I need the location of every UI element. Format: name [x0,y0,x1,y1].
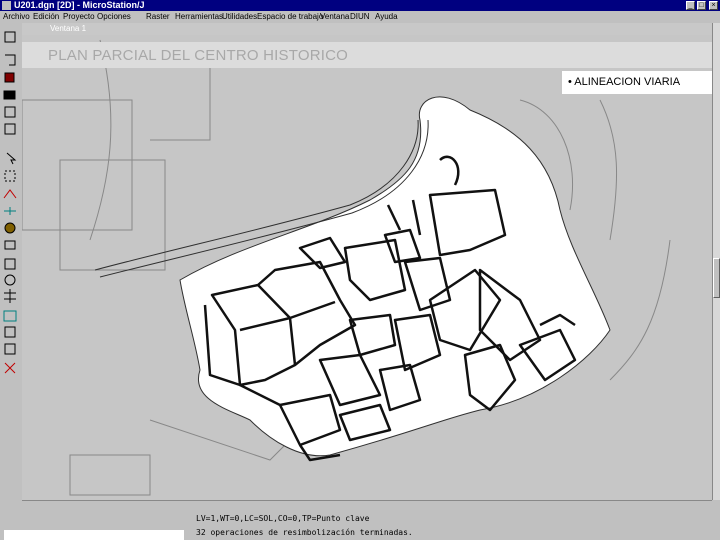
element-selection-icon [4,31,16,43]
menu-opciones[interactable]: Opciones [97,11,131,23]
legend-label: • ALINEACION VIARIA [568,76,681,88]
menu-proyecto[interactable]: Proyecto [63,11,95,23]
select-fence-icon [4,170,16,182]
zoom-icon [4,274,16,286]
road-curve [609,239,671,381]
cell-place-icon [4,222,16,234]
group-icon [4,326,16,338]
app-icon[interactable] [2,1,11,10]
parcel-outline [22,99,133,231]
banner-title: PLAN PARCIAL DEL CENTRO HISTORICO [48,47,348,64]
menu-espacio-de-trabajo[interactable]: Espacio de trabajo [257,11,323,23]
horizontal-scrollbar[interactable] [22,500,712,510]
menu-herramientas[interactable]: Herramientas [175,11,223,23]
vertical-scrollbar[interactable] [712,23,720,500]
road-curve [89,39,112,241]
menu-ventana[interactable]: Ventana [320,11,349,23]
modify-icon [4,258,16,270]
view-title-bar: Ventana 1 [22,23,712,35]
menu-diun[interactable]: DIUN [350,11,370,23]
close-button[interactable]: × [709,1,718,10]
vertical-scroll-thumb[interactable] [713,258,720,298]
historic-center-area [179,96,611,457]
minimize-button[interactable]: _ [686,1,695,10]
delete-icon [4,72,15,83]
arc-icon [3,189,17,199]
fence-icon [4,106,16,118]
chain-icon [4,343,16,355]
legend-box: • ALINEACION VIARIA [562,71,720,94]
title-bar: U201.dgn [2D] - MicroStation/J _ □ × [0,0,720,11]
title-banner: PLAN PARCIAL DEL CENTRO HISTORICO [22,42,720,68]
menu-raster[interactable]: Raster [146,11,170,23]
maximize-button[interactable]: □ [697,1,706,10]
status-bar: LV=1,WT=0,LC=SOL,CO=0,TP=Punto clave 32 … [0,510,720,540]
cad-map[interactable] [22,35,712,500]
parcel-outline [59,159,166,271]
window-title: U201.dgn [2D] - MicroStation/J [14,0,145,10]
parcel-outline [140,59,211,141]
toolbox-icons [3,31,17,374]
cell-icon [3,90,16,100]
array-icon [4,123,16,135]
menu-archivo[interactable]: Archivo [3,11,30,23]
drop-icon [4,362,16,374]
menu-edicion[interactable]: Edición [33,11,59,23]
line-icon [4,207,16,215]
status-left-pane [4,530,184,540]
copy-icon [5,54,16,66]
status-line-2: 32 operaciones de resimbolización termin… [196,528,413,537]
view-title: Ventana 1 [50,24,87,33]
menu-ayuda[interactable]: Ayuda [375,11,398,23]
menu-utilidades[interactable]: Utilidades [222,11,257,23]
menu-bar: Archivo Edición Proyecto Opciones Raster… [0,11,720,23]
main-toolbox [0,23,22,510]
parcel-outline [69,454,151,496]
text-icon [3,310,17,322]
drawing-view[interactable] [22,35,712,500]
road-curve [599,99,618,241]
measure-icon [4,240,16,250]
status-line-1: LV=1,WT=0,LC=SOL,CO=0,TP=Punto clave [196,514,370,523]
pointer-icon [6,152,17,165]
dimension-icon [4,289,16,303]
